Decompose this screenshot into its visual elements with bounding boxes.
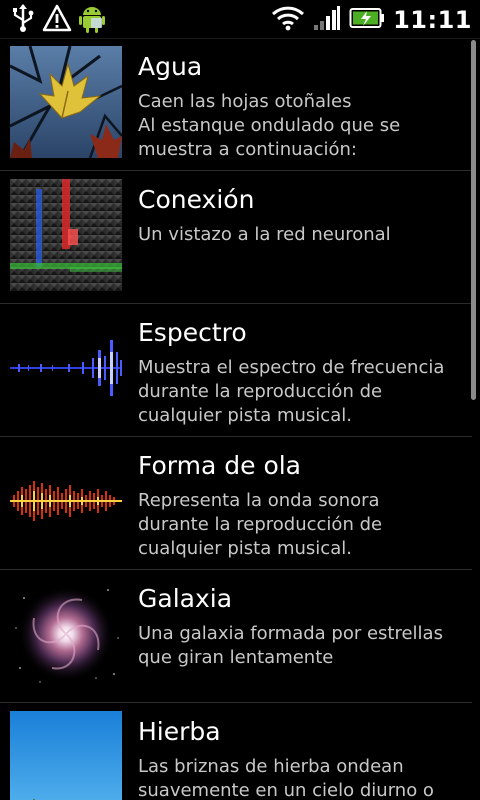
list-item-description: Representa la onda sonora durante la rep… — [138, 489, 468, 561]
list-item-title: Forma de ola — [138, 451, 302, 480]
list-item-description: Una galaxia formada por estrellas que gi… — [138, 622, 468, 670]
list-item-description: Caen las hojas otoñales Al estanque ondu… — [138, 90, 468, 162]
android-icon — [78, 2, 106, 38]
description-line: durante la reproducción de — [138, 381, 383, 402]
list-item-title: Galaxia — [138, 584, 233, 613]
description-line: Una galaxia formada por estrellas — [138, 623, 443, 644]
galaxy-thumbnail — [10, 578, 122, 690]
description-line: Muestra el espectro de frecuencia — [138, 357, 445, 378]
description-line: Un vistazo a la red neuronal — [138, 224, 391, 245]
leaves-thumbnail — [10, 46, 122, 158]
description-line: Al estanque ondulado que se — [138, 115, 401, 136]
description-line: suavemente en un cielo diurno o — [138, 780, 434, 800]
list-item-forma-de-ola[interactable]: Forma de ola Representa la onda sonora d… — [0, 437, 472, 570]
list-item-description: Las briznas de hierba ondean suavemente … — [138, 755, 468, 800]
wifi-icon — [271, 4, 305, 36]
list-item-galaxia[interactable]: Galaxia Una galaxia formada por estrella… — [0, 570, 472, 703]
list-item-agua[interactable]: Agua Caen las hojas otoñales Al estanque… — [0, 38, 472, 171]
list-item-title: Hierba — [138, 717, 221, 746]
list-item-title: Conexión — [138, 185, 255, 214]
signal-icon — [313, 5, 341, 35]
list-item-espectro[interactable]: Espectro Muestra el espectro de frecuenc… — [0, 304, 472, 437]
warning-icon — [42, 3, 72, 37]
usb-icon — [10, 3, 36, 37]
description-line: Caen las hojas otoñales — [138, 91, 352, 112]
list-item-description: Muestra el espectro de frecuencia durant… — [138, 356, 468, 428]
sky-grass-thumbnail — [10, 711, 122, 800]
waveform-thumbnail — [10, 445, 122, 557]
status-icons-left — [10, 4, 106, 36]
list-item-conexion[interactable]: Conexión Un vistazo a la red neuronal — [0, 171, 472, 304]
description-line: cualquier pista musical. — [138, 405, 352, 426]
list-item-title: Agua — [138, 52, 203, 81]
description-line: cualquier pista musical. — [138, 538, 352, 559]
live-wallpaper-list: Agua Caen las hojas otoñales Al estanque… — [0, 38, 480, 800]
grid-thumbnail — [10, 179, 122, 291]
list-item-hierba[interactable]: Hierba Las briznas de hierba ondean suav… — [0, 703, 472, 800]
scrollbar[interactable] — [471, 40, 476, 400]
list-item-description: Un vistazo a la red neuronal — [138, 223, 468, 247]
description-line: Las briznas de hierba ondean — [138, 756, 404, 777]
battery-charging-icon — [349, 7, 385, 33]
clock: 11:11 — [393, 6, 472, 34]
description-line: durante la reproducción de — [138, 514, 383, 535]
description-line: muestra a continuación: — [138, 139, 357, 160]
list-item-title: Espectro — [138, 318, 247, 347]
status-icons-right: 11:11 — [271, 4, 472, 36]
spectrum-thumbnail — [10, 312, 122, 424]
status-bar: 11:11 — [0, 0, 480, 39]
description-line: que giran lentamente — [138, 647, 334, 668]
description-line: Representa la onda sonora — [138, 490, 380, 511]
